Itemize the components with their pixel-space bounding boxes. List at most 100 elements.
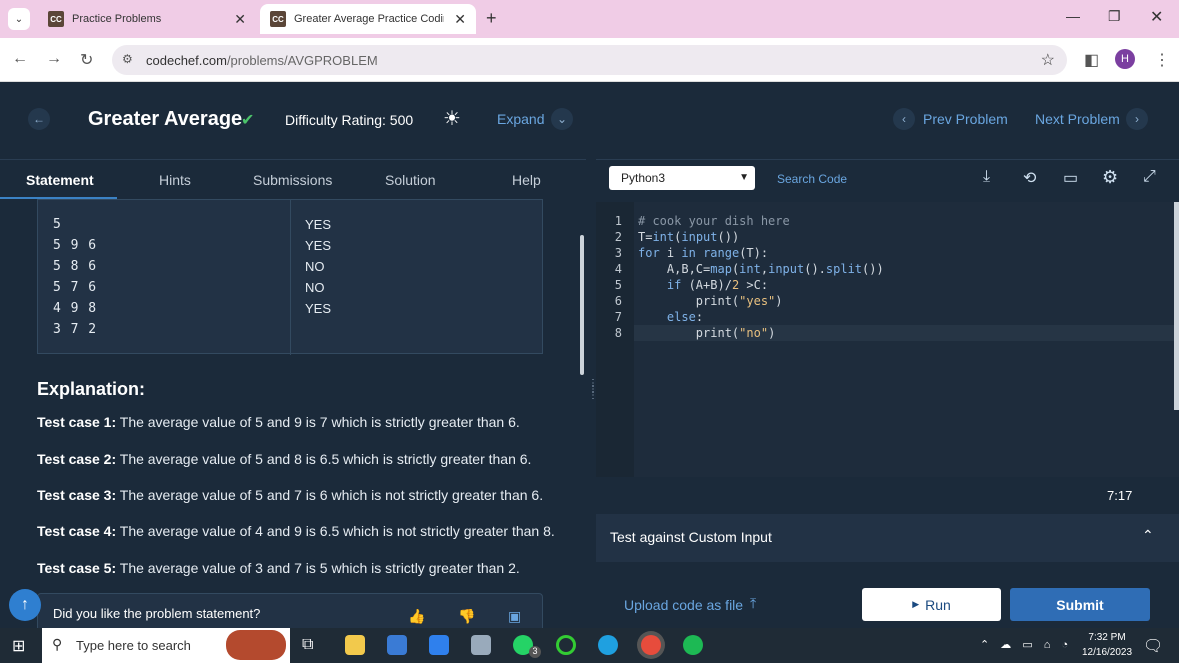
close-icon[interactable]: ✕ — [234, 11, 246, 28]
report-icon[interactable]: ▣ — [508, 608, 521, 625]
code-token: 2 — [731, 278, 740, 292]
sample-input-row: 5 — [53, 217, 62, 232]
pane-splitter[interactable]: ⋮ ⋮ ⋮ — [586, 159, 598, 629]
codechef-favicon-icon: CC — [48, 11, 64, 27]
clock-time: 7:32 PM — [1088, 632, 1126, 643]
restore-icon[interactable]: ❐ — [1108, 8, 1121, 25]
edge-icon[interactable] — [598, 635, 618, 655]
difficulty-rating: Difficulty Rating: 500 — [285, 112, 414, 128]
tab-statement[interactable]: Statement — [26, 160, 94, 200]
chrome-icon[interactable] — [641, 635, 661, 655]
browser-tab-practice[interactable]: CC Practice Problems ✕ — [38, 4, 256, 34]
language-value: Python3 — [621, 171, 666, 185]
back-arrow-icon[interactable]: ← — [28, 108, 50, 130]
code-token: int — [652, 230, 675, 244]
problem-statement-pane: 5 5 9 6 5 8 6 5 7 6 4 9 8 3 7 2 YES YES … — [0, 199, 586, 629]
code-token: in — [681, 246, 696, 260]
system-tray-icons[interactable]: ⌃ ☁ ▭ ⌂ ◔ — [980, 638, 1072, 651]
code-content[interactable]: # cook your dish here T=int(input()) for… — [638, 214, 884, 342]
play-icon: ▶ — [912, 599, 920, 609]
tab-search-button[interactable]: ⌄ — [8, 8, 30, 30]
store-icon[interactable] — [387, 635, 407, 655]
expand-button[interactable]: Expand — [497, 111, 544, 127]
file-explorer-icon[interactable] — [345, 635, 365, 655]
notes-icon[interactable] — [471, 635, 491, 655]
next-problem-link[interactable]: Next Problem — [1035, 111, 1120, 127]
code-token: map — [710, 262, 732, 276]
spotify-icon[interactable] — [683, 635, 703, 655]
forward-icon[interactable]: → — [46, 50, 62, 68]
notification-icon[interactable]: 🗨 — [1143, 636, 1163, 656]
test-case-explanation: Test case 3: The average value of 5 and … — [37, 487, 543, 503]
tab-hints[interactable]: Hints — [159, 160, 191, 200]
whatsapp-badge: 3 — [529, 646, 541, 658]
solved-check-icon: ✔ — [241, 112, 255, 129]
test-case-explanation: Test case 2: The average value of 5 and … — [37, 451, 531, 467]
sample-output-row: YES — [305, 238, 332, 253]
reset-icon[interactable]: ⟲ — [1023, 168, 1036, 188]
task-view-icon[interactable]: ⧉ — [302, 636, 313, 654]
tab-submissions[interactable]: Submissions — [253, 160, 332, 200]
tab-help[interactable]: Help — [512, 160, 541, 200]
window-close-icon[interactable]: ✕ — [1150, 7, 1163, 27]
sample-input-row: 4 9 8 — [53, 301, 98, 316]
address-bar[interactable]: ⚙ codechef.com/problems/AVGPROBLEM ☆ — [112, 45, 1067, 75]
run-button[interactable]: ▶ Run — [862, 588, 1001, 621]
chevron-left-icon[interactable]: ‹ — [893, 108, 915, 130]
upload-code-link[interactable]: Upload code as file — [624, 597, 743, 613]
clock-date: 12/16/2023 — [1082, 647, 1133, 658]
scroll-to-top-button[interactable]: ↑ — [9, 589, 41, 621]
fullscreen-icon[interactable]: ⤢ — [1143, 168, 1156, 186]
test-case-text: The average value of 4 and 9 is 6.5 whic… — [116, 523, 555, 539]
chevron-down-icon[interactable]: ⌄ — [551, 108, 573, 130]
submit-button[interactable]: Submit — [1010, 588, 1150, 621]
caret-down-icon: ▼ — [739, 172, 749, 183]
sample-output-row: YES — [305, 301, 332, 316]
search-code-link[interactable]: Search Code — [777, 172, 847, 186]
test-case-text: The average value of 5 and 8 is 6.5 whic… — [116, 451, 532, 467]
editor-scrollbar[interactable] — [1174, 202, 1179, 410]
url-path: /problems/AVGPROBLEM — [226, 52, 378, 68]
chevron-right-icon[interactable]: › — [1126, 108, 1148, 130]
thumbs-down-icon[interactable]: 👎 — [458, 608, 475, 625]
code-token: input — [768, 262, 805, 276]
language-select[interactable]: Python3 ▼ — [609, 166, 755, 190]
windows-start-icon[interactable]: ⊞ — [12, 636, 25, 656]
thumbs-up-icon[interactable]: 👍 — [408, 608, 425, 625]
site-settings-icon[interactable]: ⚙ — [122, 52, 133, 66]
save-icon[interactable]: ▭ — [1063, 168, 1078, 188]
chevron-up-icon[interactable]: ⌃ — [1142, 527, 1154, 544]
statement-scrollbar[interactable] — [580, 235, 584, 375]
sample-input-row: 5 9 6 — [53, 238, 98, 253]
menu-kebab-icon[interactable]: ⋮ — [1154, 50, 1170, 70]
close-icon[interactable]: ✕ — [454, 11, 466, 28]
test-case-label: Test case 2: — [37, 451, 117, 467]
mail-icon[interactable] — [429, 635, 449, 655]
browser-tab-greater-average[interactable]: CC Greater Average Practice Coding P ✕ — [260, 4, 476, 34]
line-number: 6 — [614, 294, 622, 308]
code-line: T=int(input()) — [638, 230, 740, 244]
test-case-label: Test case 3: — [37, 487, 117, 503]
gear-icon[interactable]: ⚙ — [1102, 167, 1118, 188]
search-highlight-image-icon[interactable] — [226, 630, 286, 660]
tab-solution[interactable]: Solution — [385, 160, 436, 200]
test-case-label: Test case 1: — [37, 414, 117, 430]
custom-input-label: Test against Custom Input — [610, 529, 772, 545]
upload-icon[interactable]: ⤒ — [750, 595, 756, 612]
side-panel-icon[interactable]: ◧ — [1084, 50, 1099, 70]
loading-circle-icon[interactable] — [556, 635, 576, 655]
new-tab-icon[interactable]: + — [486, 8, 497, 29]
sample-input-row: 3 7 2 — [53, 322, 98, 337]
minimize-icon[interactable]: — — [1066, 8, 1080, 24]
profile-avatar[interactable]: H — [1115, 49, 1135, 69]
bookmark-star-icon[interactable]: ☆ — [1041, 50, 1055, 70]
prev-problem-link[interactable]: Prev Problem — [923, 111, 1008, 127]
theme-toggle-sun-icon[interactable]: ☀ — [443, 106, 461, 131]
code-token: int — [739, 262, 761, 276]
taskbar-clock[interactable]: 7:32 PM 12/16/2023 — [1082, 630, 1132, 660]
reload-icon[interactable]: ↻ — [80, 50, 93, 70]
back-icon[interactable]: ← — [12, 50, 28, 68]
codechef-favicon-icon: CC — [270, 11, 286, 27]
download-icon[interactable]: ⤓ — [983, 168, 990, 186]
code-line: print("no") — [638, 326, 776, 340]
